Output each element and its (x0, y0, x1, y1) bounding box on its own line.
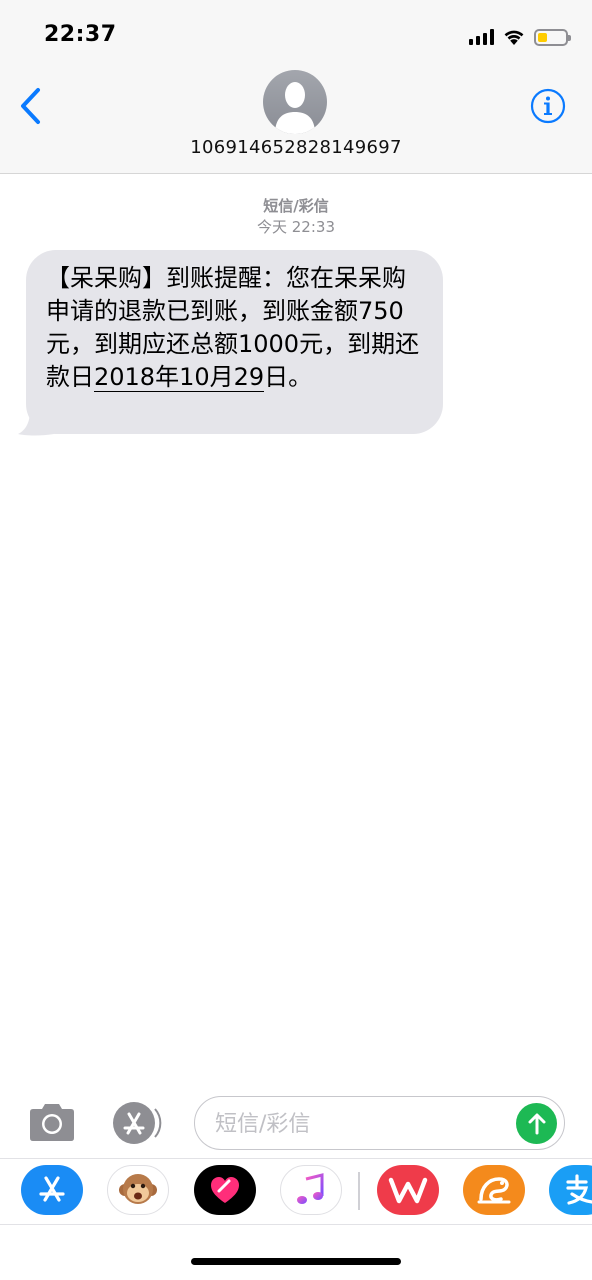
home-indicator[interactable] (191, 1258, 401, 1265)
music-app[interactable] (280, 1165, 342, 1215)
status-time: 22:37 (44, 22, 117, 47)
alipay-app[interactable] (549, 1165, 592, 1215)
app-strip-separator (358, 1172, 360, 1210)
digital-touch-icon (211, 1177, 239, 1203)
uc-browser-icon (477, 1177, 511, 1204)
alipay-icon (566, 1174, 592, 1205)
battery-icon (534, 28, 571, 46)
message-composer[interactable] (194, 1096, 565, 1150)
cellular-signal-icon (469, 29, 494, 45)
back-button[interactable] (16, 86, 46, 126)
app-store-icon (39, 1176, 65, 1202)
message-timestamp: 今天 22:33 (257, 218, 335, 236)
message-text: 【呆呆购】到账提醒：您在呆呆购申请的退款已到账，到账金额750元，到期应还总额1… (46, 264, 420, 392)
date-link[interactable]: 2018年10月29 (94, 363, 265, 392)
app-store-button[interactable] (109, 1101, 167, 1145)
app-store-app[interactable] (21, 1165, 83, 1215)
chevron-left-icon (21, 88, 40, 124)
person-silhouette-icon (275, 82, 315, 134)
message-type-label: 短信/彩信 (263, 197, 329, 215)
wps-office-icon (388, 1177, 428, 1204)
message-bubble[interactable]: 【呆呆购】到账提醒：您在呆呆购申请的退款已到账，到账金额750元，到期应还总额1… (26, 250, 443, 434)
wps-office-app[interactable] (377, 1165, 439, 1215)
app-strip-divider-bottom (0, 1224, 592, 1225)
digital-touch-app[interactable] (194, 1165, 256, 1215)
music-icon (297, 1173, 324, 1204)
status-icons (469, 24, 571, 50)
wifi-icon (504, 30, 524, 45)
message-input[interactable] (215, 1107, 515, 1141)
info-icon (530, 88, 566, 124)
animoji-icon (119, 1174, 157, 1204)
camera-button[interactable] (26, 1100, 78, 1144)
arrow-up-icon (528, 1113, 545, 1134)
info-button[interactable] (530, 88, 566, 124)
app-store-icon (113, 1102, 162, 1144)
contact-number[interactable]: 106914652828149697 (0, 137, 592, 158)
camera-icon (30, 1104, 74, 1141)
app-strip-divider (0, 1158, 592, 1159)
send-button[interactable] (516, 1103, 557, 1144)
contact-avatar[interactable] (263, 70, 327, 134)
uc-browser-app[interactable] (463, 1165, 525, 1215)
animoji-app[interactable] (107, 1165, 169, 1215)
